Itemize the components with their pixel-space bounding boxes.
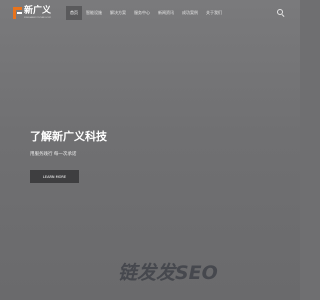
logo-subtitle: XINGUANGYI TECHNOLOGY <box>24 17 51 19</box>
main-nav: 首页 智能设施 解决方案 服务中心 新闻资讯 成功案例 关于我们 <box>66 6 226 20</box>
nav-item-smart-facilities[interactable]: 智能设施 <box>82 6 106 20</box>
learn-more-button[interactable]: LEARN MORE <box>30 170 79 183</box>
nav-item-about[interactable]: 关于我们 <box>202 6 226 20</box>
nav-item-news[interactable]: 新闻资讯 <box>154 6 178 20</box>
hero-title: 了解新广义科技 <box>30 130 107 143</box>
site-header: 新广义 XINGUANGYI TECHNOLOGY 首页 智能设施 解决方案 服… <box>0 0 300 26</box>
nav-item-service-center[interactable]: 服务中心 <box>130 6 154 20</box>
logo-mark-icon <box>13 7 22 19</box>
logo-name: 新广义 <box>24 6 52 16</box>
nav-item-solutions[interactable]: 解决方案 <box>106 6 130 20</box>
search-icon[interactable] <box>276 8 286 18</box>
nav-item-cases[interactable]: 成功案例 <box>178 6 202 20</box>
watermark-logo: 链发发SEO <box>118 261 218 284</box>
logo-text: 新广义 XINGUANGYI TECHNOLOGY <box>24 6 52 20</box>
site-logo[interactable]: 新广义 XINGUANGYI TECHNOLOGY <box>13 5 51 21</box>
nav-item-home[interactable]: 首页 <box>66 6 82 20</box>
hero-subtitle: 用服务践行 每一次承诺 <box>30 152 77 157</box>
hero-background <box>0 0 300 300</box>
